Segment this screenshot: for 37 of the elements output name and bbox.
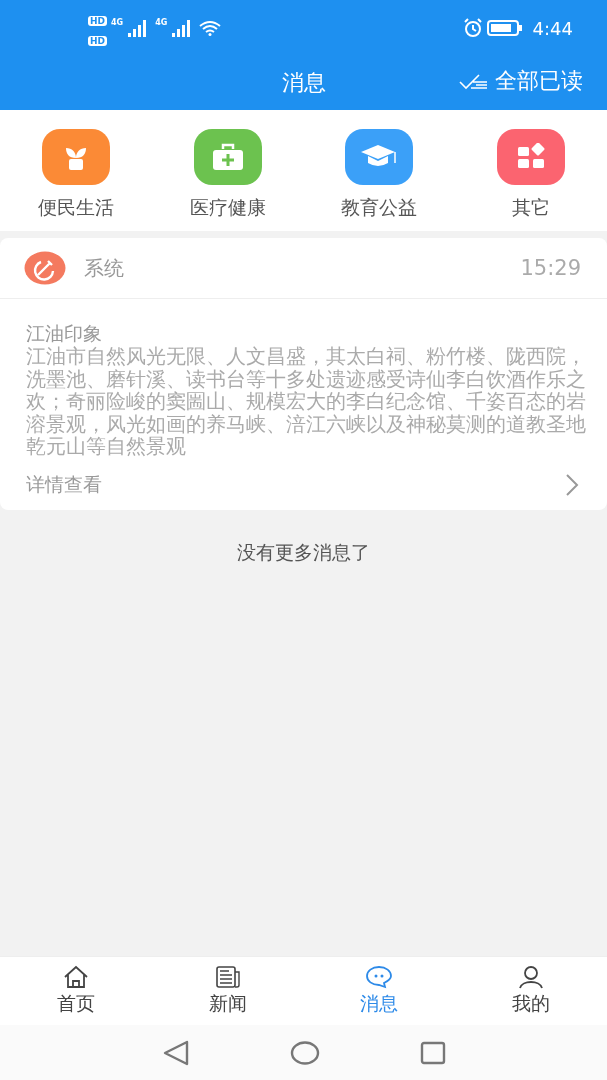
nav-tab[interactable]: 消息 (324, 965, 435, 1017)
chevron-right-icon[interactable] (565, 472, 579, 497)
end-of-list-note: 没有更多消息了 (236, 539, 371, 565)
category-label[interactable]: 便民生活 (37, 195, 114, 221)
recent-apps-icon[interactable] (419, 1040, 446, 1065)
clock-time: 4:44 (532, 17, 573, 39)
sender-name: 系统 (84, 254, 125, 282)
nav-tab[interactable]: 首页 (20, 965, 131, 1017)
app-grid-icon (516, 143, 547, 171)
category-tile[interactable] (41, 129, 110, 185)
double-check-icon (459, 72, 489, 90)
sim-label: HD (88, 35, 107, 46)
home-button-icon[interactable] (289, 1040, 320, 1065)
network-label: 4G (155, 18, 168, 27)
back-icon[interactable] (161, 1039, 190, 1066)
category-label[interactable]: 教育公益 (341, 195, 418, 221)
nav-tab[interactable]: 我的 (476, 965, 587, 1017)
medical-kit-icon (210, 142, 245, 172)
sim-label: HD (88, 15, 107, 26)
category-tile[interactable] (345, 129, 414, 185)
message-body: 江油市自然风光无限、人文昌盛，其太白祠、粉竹楼、陇西院，洗墨池、磨针溪、读书台等十多处遗迹感受诗仙李白饮酒作乐之欢；奇丽险峻的窦圌山、规模宏大的李白纪念馆、千姿百态的岩溶景观，风光如画的养马峡、涪江六峡以及神秘莫测的道教圣地乾元山等自然景观 (26, 345, 587, 458)
battery-icon (486, 20, 523, 36)
page-title: 消息 (281, 69, 326, 97)
message-time: 15:29 (520, 256, 581, 280)
category-tile[interactable] (193, 129, 262, 185)
category-tile[interactable] (497, 129, 566, 185)
home-icon (62, 965, 89, 989)
nav-tab[interactable]: 新闻 (172, 965, 283, 1017)
chat-bubble-icon (365, 965, 394, 989)
message-title: 江油印象 (26, 321, 103, 345)
wifi-icon (199, 20, 222, 36)
network-label: 4G (111, 18, 124, 27)
category-label[interactable]: 其它 (512, 195, 551, 221)
person-icon (518, 965, 545, 989)
alarm-icon (462, 18, 483, 38)
newspaper-icon (214, 965, 241, 989)
category-label[interactable]: 医疗健康 (189, 195, 266, 221)
